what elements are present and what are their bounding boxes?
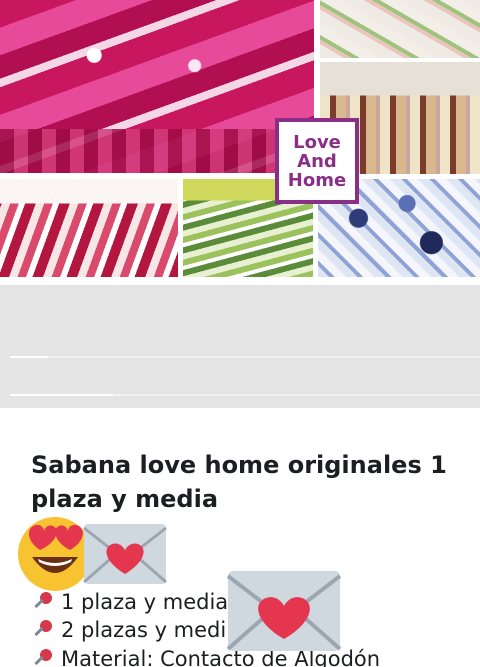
photo-tile-pink-bed <box>0 0 314 173</box>
pushpin-icon <box>31 591 55 613</box>
feature-text-2: 2 plazas y medi <box>61 618 227 642</box>
gallery-pager[interactable] <box>0 285 480 408</box>
brand-line-2: And <box>297 150 337 172</box>
brand-line-3: Home <box>287 169 347 191</box>
brand-logo: Love And Home <box>275 118 359 204</box>
pager-progress-1 <box>10 356 48 358</box>
photo-tile-red-stripe-bed <box>0 179 178 277</box>
pushpin-icon <box>31 619 55 641</box>
love-letter-icon <box>83 524 167 584</box>
product-title: Sabana love home originales 1 plaza y me… <box>31 451 447 513</box>
product-photo[interactable]: Love And Home <box>0 0 480 285</box>
feature-item-2: 2 plazas y medi <box>31 618 226 642</box>
feature-text-1: 1 plaza y media <box>61 590 229 614</box>
pager-progress-2 <box>10 394 114 396</box>
pushpin-icon <box>31 648 55 667</box>
love-letter-icon <box>226 571 342 651</box>
pager-track-2[interactable] <box>10 394 480 396</box>
feature-item-1: 1 plaza y media <box>31 590 228 614</box>
brand-line-1: Love <box>293 131 341 153</box>
photo-tile-floral-bed <box>320 0 480 58</box>
pager-track-1[interactable] <box>10 356 480 358</box>
